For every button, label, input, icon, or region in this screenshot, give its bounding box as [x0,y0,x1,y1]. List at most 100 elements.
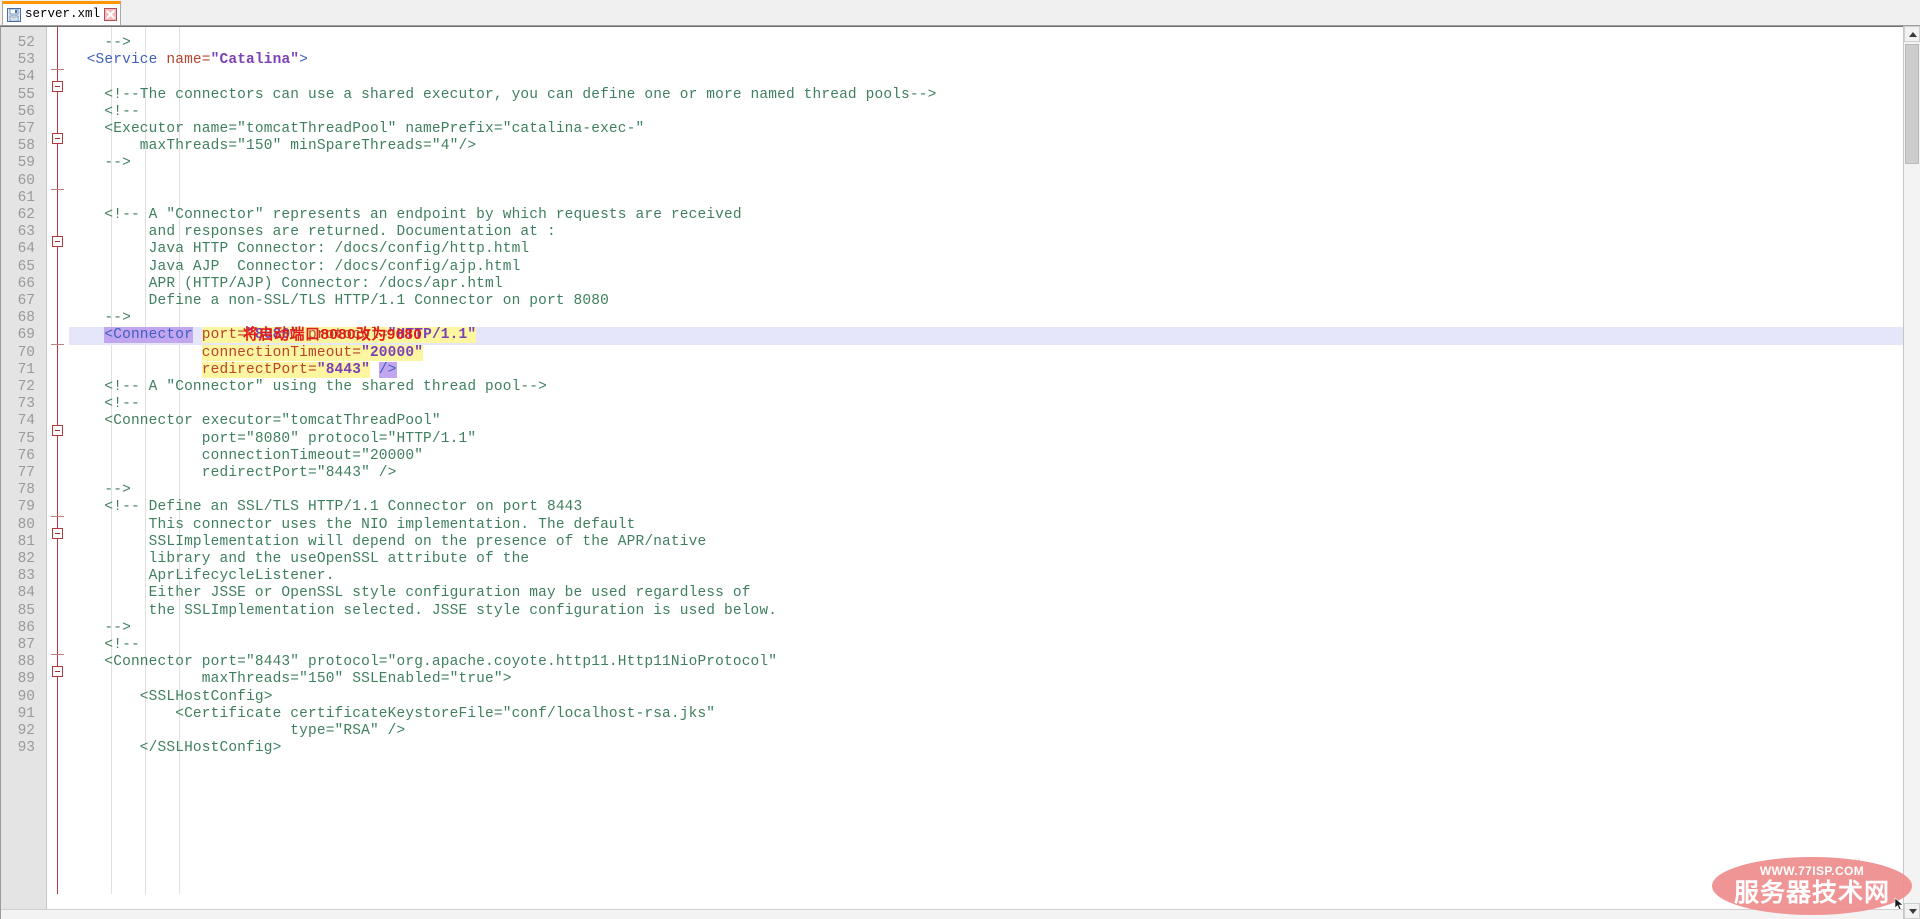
code-line[interactable]: <Certificate certificateKeystoreFile="co… [69,706,1903,723]
code-line[interactable]: <!-- [69,637,1903,654]
code-line[interactable]: type="RSA" /> [69,723,1903,740]
scroll-up-button[interactable] [1904,26,1920,42]
code-token: <Certificate certificateKeystoreFile="co… [69,705,716,722]
code-line-text: AprLifecycleListener. [69,568,335,584]
code-line[interactable]: <Service name="Catalina"> [69,52,1903,69]
code-line-text: the SSLImplementation selected. JSSE sty… [69,603,777,619]
code-line[interactable]: Either JSSE or OpenSSL style configurati… [69,585,1903,602]
line-number: 59 [17,155,35,172]
fold-gutter[interactable] [47,27,69,919]
fold-end-marker [51,653,64,655]
scroll-down-button[interactable] [1904,903,1920,919]
code-line-text: Define a non-SSL/TLS HTTP/1.1 Connector … [69,293,609,309]
code-line[interactable]: <!-- Define an SSL/TLS HTTP/1.1 Connecto… [69,499,1903,516]
code-line[interactable]: Java AJP Connector: /docs/config/ajp.htm… [69,259,1903,276]
code-line-text: <!-- [69,104,140,120]
code-line[interactable]: <!-- [69,396,1903,413]
line-number: 64 [17,241,35,258]
code-token: <!-- [69,637,140,653]
code-line[interactable]: --> [69,35,1903,52]
code-line[interactable]: --> [69,155,1903,172]
code-token: SSLImplementation will depend on the pre… [69,533,707,550]
code-line[interactable]: <!--The connectors can use a shared exec… [69,87,1903,104]
vertical-scrollbar[interactable] [1903,26,1920,919]
code-line-text: maxThreads="150" minSpareThreads="4"/> [69,138,476,154]
line-number: 69 [17,327,35,344]
code-line[interactable]: maxThreads="150" SSLEnabled="true"> [69,671,1903,688]
line-number: 75 [17,430,35,447]
code-token: <Service [86,52,167,69]
line-number-gutter: 52 53 54 55 56 57 58 59 60 61 62 63 64 65 66 67 68 69 70 71… [1,27,47,919]
code-line-text: <!-- [69,396,140,412]
code-line[interactable]: port="8080" protocol="HTTP/1.1" [69,431,1903,448]
code-token: <!--The connectors can use a shared exec… [69,86,937,103]
code-line[interactable]: connectionTimeout="20000" [69,448,1903,465]
code-line[interactable]: <Connector executor="tomcatThreadPool" [69,413,1903,430]
line-number: 93 [17,740,35,757]
fold-toggle-icon[interactable] [52,666,63,677]
code-token: This connector uses the NIO implementati… [69,516,636,533]
line-number: 90 [17,688,35,705]
fold-toggle-icon[interactable] [52,236,63,247]
code-line-text: <Connector executor="tomcatThreadPool" [69,413,441,429]
fold-toggle-icon[interactable] [52,425,63,437]
code-line[interactable]: </SSLHostConfig> [69,740,1903,757]
code-line[interactable] [69,173,1903,190]
code-editor[interactable]: 52 53 54 55 56 57 58 59 60 61 62 63 64 65 66 67 68 69 70 71… [0,26,1920,919]
code-line[interactable]: <!-- A "Connector" using the shared thre… [69,379,1903,396]
line-number: 78 [17,482,35,499]
code-line[interactable]: and responses are returned. Documentatio… [69,224,1903,241]
line-number: 92 [17,723,35,739]
code-token: <Connector executor="tomcatThreadPool" [69,413,441,430]
code-line[interactable]: <!-- A "Connector" represents an endpoin… [69,207,1903,224]
code-line[interactable]: connectionTimeout="20000" [69,344,1903,362]
code-line-text: <!-- Define an SSL/TLS HTTP/1.1 Connecto… [69,499,582,515]
code-line[interactable]: This connector uses the NIO implementati… [69,517,1903,534]
code-line[interactable]: APR (HTTP/AJP) Connector: /docs/apr.html [69,276,1903,293]
code-line[interactable]: --> [69,482,1903,499]
scrollbar-thumb[interactable] [1905,44,1919,164]
line-number: 62 [17,207,35,223]
line-number: 74 [17,413,35,430]
code-token: redirectPort= [201,361,317,378]
code-line[interactable]: --> [69,620,1903,637]
code-line[interactable]: maxThreads="150" minSpareThreads="4"/> [69,138,1903,155]
code-line[interactable]: redirectPort="8443" /> [69,465,1903,482]
code-token: library and the useOpenSSL attribute of … [69,551,530,567]
code-line[interactable]: <SSLHostConfig> [69,689,1903,706]
code-line[interactable]: library and the useOpenSSL attribute of … [69,551,1903,568]
code-line-text: Java HTTP Connector: /docs/config/http.h… [69,241,529,257]
fold-toggle-icon[interactable] [52,528,63,540]
code-line-text: Java AJP Connector: /docs/config/ajp.htm… [69,259,521,275]
annotation-text: 将启动端口8080改为9080 [243,326,423,343]
code-line[interactable]: redirectPort="8443" /> [69,361,1903,379]
code-line[interactable]: SSLImplementation will depend on the pre… [69,534,1903,551]
code-content[interactable]: --> <Service name="Catalina"> <!--The co… [69,27,1903,919]
fold-toggle-icon[interactable] [52,132,63,144]
code-line[interactable] [69,69,1903,86]
code-line-text: port="8080" protocol="HTTP/1.1" [69,431,476,447]
code-line[interactable]: <Executor name="tomcatThreadPool" namePr… [69,121,1903,138]
fold-guide-line [57,27,58,894]
line-number: 63 [17,224,35,241]
code-line-text: --> [69,35,131,51]
code-line[interactable] [69,190,1903,207]
fold-toggle-icon[interactable] [52,81,63,93]
tab-server-xml[interactable]: server.xml [2,1,122,25]
code-line[interactable]: Define a non-SSL/TLS HTTP/1.1 Connector … [69,293,1903,310]
line-number: 79 [17,499,35,516]
line-number: 87 [17,637,35,653]
horizontal-scrollbar[interactable] [1,909,1904,919]
code-line-text: <SSLHostConfig> [69,689,273,705]
code-line-text: <Service name="Catalina"> [69,52,308,68]
line-number: 86 [17,619,35,636]
code-line[interactable]: <Connector port="8443" protocol="org.apa… [69,654,1903,671]
code-line[interactable]: the SSLImplementation selected. JSSE sty… [69,603,1903,620]
code-line[interactable]: Java HTTP Connector: /docs/config/http.h… [69,241,1903,258]
code-line[interactable]: AprLifecycleListener. [69,568,1903,585]
code-line[interactable]: <!-- [69,104,1903,121]
code-line-text: APR (HTTP/AJP) Connector: /docs/apr.html [69,276,503,292]
close-icon[interactable] [104,8,118,21]
